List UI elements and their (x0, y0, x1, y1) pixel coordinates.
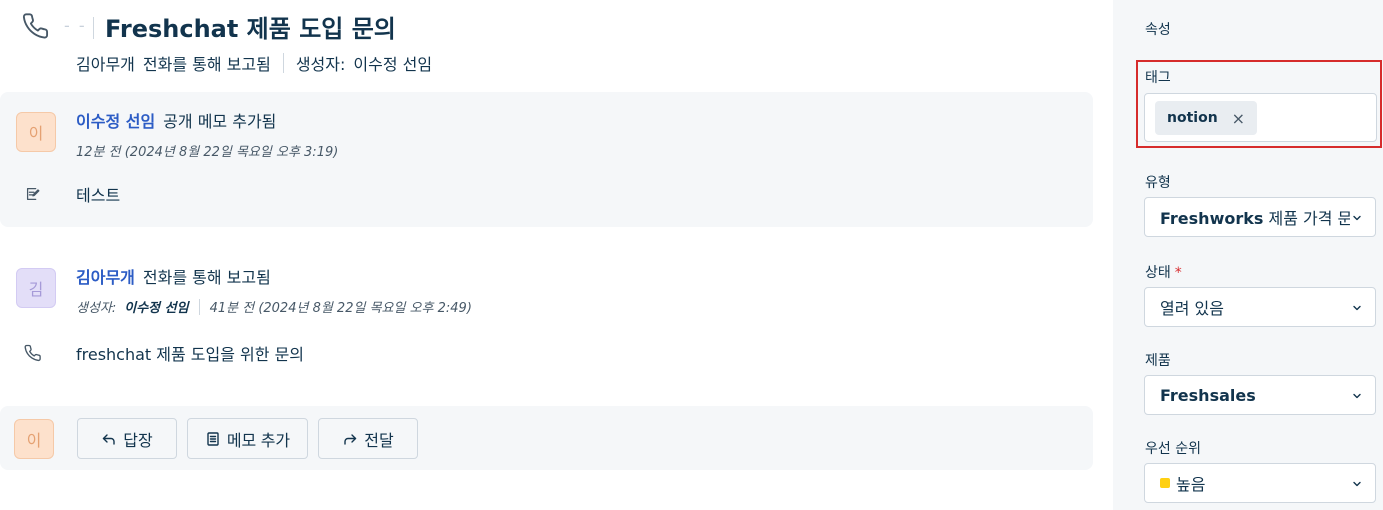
forward-button[interactable]: 전달 (318, 418, 418, 459)
ticket-title: Freshchat 제품 도입 문의 (105, 15, 396, 43)
created-by-name: 이수정 선임 (353, 55, 433, 74)
timestamp-text: 41분 전 (2024년 8월 22일 목요일 오후 2:49) (209, 301, 472, 316)
status-label-text: 상태 (1145, 265, 1171, 281)
avatar: 이 (16, 112, 56, 152)
priority-value: 높음 (1176, 475, 1206, 494)
tags-input[interactable]: notion × (1144, 93, 1377, 142)
status-label: 상태 * (1145, 262, 1182, 282)
chevron-down-icon (1353, 481, 1361, 487)
note-body: 테스트 (76, 186, 121, 205)
add-note-button[interactable]: 메모 추가 (187, 418, 308, 459)
type-select[interactable]: Freshworks 제품 가격 문 (1144, 197, 1376, 237)
tag-chip-label: notion (1167, 110, 1218, 126)
product-value: Freshsales (1160, 385, 1256, 405)
reply-icon (103, 433, 115, 445)
ticket-subtitle: 김아무개 전화를 통해 보고됨 생성자: 이수정 선임 (76, 51, 432, 75)
chevron-down-icon (1353, 305, 1361, 311)
priority-select[interactable]: 높음 (1144, 463, 1376, 503)
add-note-label: 메모 추가 (226, 432, 291, 450)
reply-bar: 이 답장 메모 추가 전달 (0, 406, 1093, 470)
note-icon (207, 431, 219, 446)
tag-chip: notion × (1155, 101, 1258, 135)
status-select[interactable]: 열려 있음 (1144, 287, 1376, 327)
phone-icon (22, 13, 49, 39)
created-by-name: 이수정 선임 (124, 301, 189, 316)
product-label: 제품 (1145, 353, 1171, 369)
status-value: 열려 있음 (1160, 299, 1224, 318)
reply-label: 답장 (123, 432, 153, 450)
timestamp: 12분 전 (2024년 8월 22일 목요일 오후 3:19) (76, 141, 338, 160)
action-text: 전화를 통해 보고됨 (142, 268, 271, 287)
conversation-header: 이수정 선임 공개 메모 추가됨 (76, 108, 276, 132)
created-by-label: 생성자: (295, 55, 346, 74)
created-by-label: 생성자: (76, 301, 117, 316)
subtitle-divider (282, 53, 284, 73)
avatar: 이 (14, 419, 54, 459)
requester-name[interactable]: 김아무개 (76, 51, 135, 75)
author-link[interactable]: 이수정 선임 (76, 112, 155, 131)
priority-label: 우선 순위 (1145, 441, 1201, 457)
phone-icon (24, 344, 41, 362)
properties-heading: 속성 (1145, 22, 1171, 38)
required-mark: * (1174, 265, 1182, 281)
note-icon (26, 187, 40, 201)
reply-button[interactable]: 답장 (77, 418, 177, 459)
priority-dot-icon (1160, 478, 1170, 488)
timestamp-text: 12분 전 (2024년 8월 22일 목요일 오후 3:19) (76, 145, 339, 160)
product-select[interactable]: Freshsales (1144, 375, 1376, 415)
avatar: 김 (16, 268, 56, 308)
chevron-down-icon (1353, 215, 1361, 221)
forward-icon (344, 433, 357, 445)
header-divider (93, 17, 94, 39)
conversation-meta: 생성자: 이수정 선임 41분 전 (2024년 8월 22일 목요일 오후 2… (76, 297, 472, 316)
type-label: 유형 (1145, 175, 1171, 191)
tags-label: 태그 (1145, 70, 1171, 86)
chevron-down-icon (1353, 393, 1361, 399)
channel-text: 전화를 통해 보고됨 (142, 55, 271, 74)
call-body: freshchat 제품 도입을 위한 문의 (76, 345, 305, 364)
header-dash: - - (64, 16, 87, 35)
conversation-phone: 김 김아무개 전화를 통해 보고됨 생성자: 이수정 선임 41분 전 (2024… (0, 246, 1093, 381)
author-link[interactable]: 김아무개 (76, 268, 135, 287)
type-value: Freshworks 제품 가격 문 (1160, 209, 1350, 228)
properties-panel: 속성 태그 notion × 유형 Freshworks 제품 가격 문 상태 *… (1113, 0, 1383, 510)
meta-divider (198, 298, 200, 315)
conversation-header: 김아무개 전화를 통해 보고됨 (76, 264, 271, 288)
forward-label: 전달 (364, 432, 394, 450)
remove-tag-icon[interactable]: × (1232, 109, 1245, 128)
conversation-note: 이 이수정 선임 공개 메모 추가됨 12분 전 (2024년 8월 22일 목요… (0, 92, 1093, 227)
action-text: 공개 메모 추가됨 (163, 112, 277, 131)
